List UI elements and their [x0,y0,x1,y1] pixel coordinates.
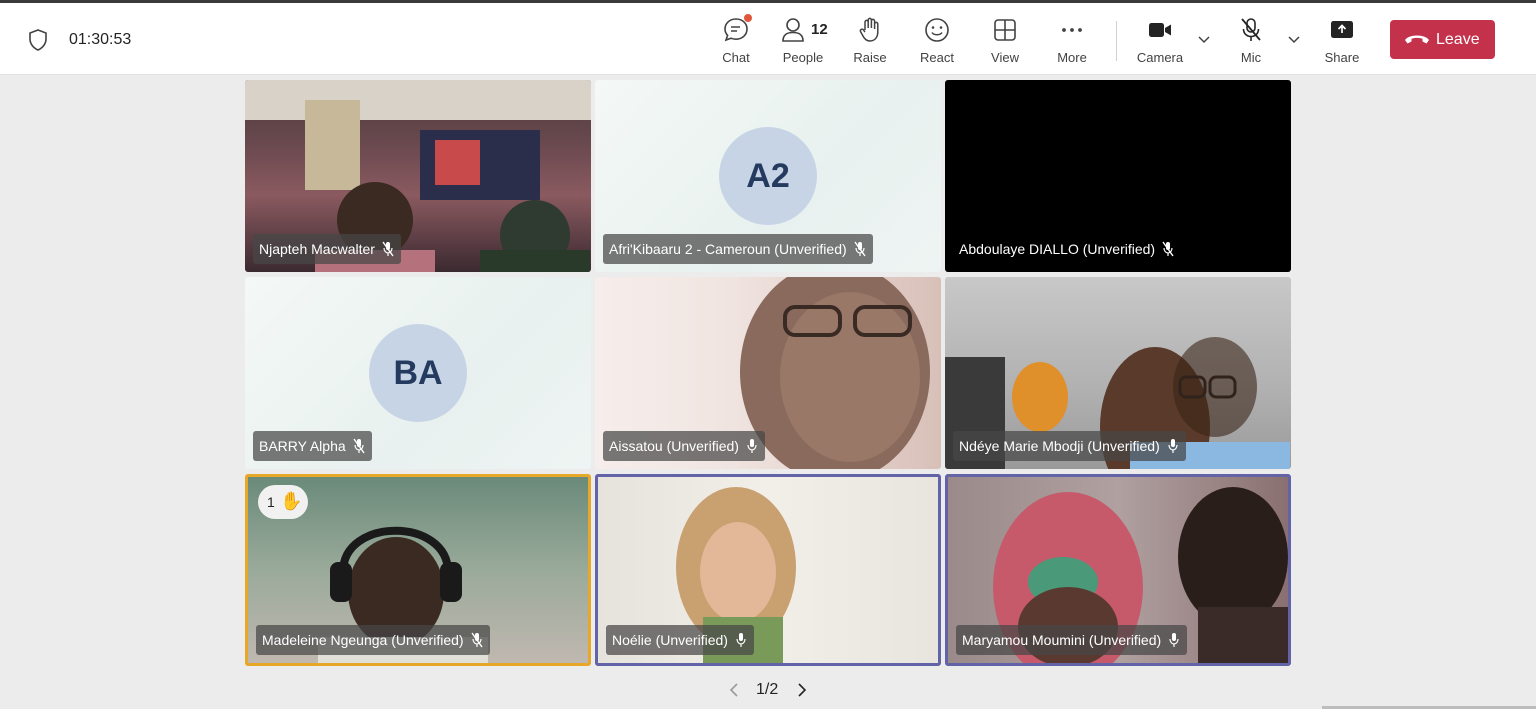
participant-name: Noélie (Unverified) [612,632,728,648]
page-indicator: 1/2 [756,681,779,698]
toolbar-divider [1116,21,1117,61]
mic-icon [747,439,757,453]
raise-button[interactable]: Raise [840,13,900,69]
raised-hand-indicator: 1 ✋ [258,485,308,519]
participant-name-tag: BARRY Alpha [253,431,372,461]
view-button[interactable]: View [975,13,1035,69]
video-tile[interactable]: Maryamou Moumini (Unverified) [945,474,1291,666]
camera-label: Camera [1136,50,1184,65]
video-tile[interactable]: Abdoulaye DIALLO (Unverified) [945,80,1291,272]
camera-icon [1149,23,1171,37]
participant-name-tag: Ndéye Marie Mbodji (Unverified) [953,431,1186,461]
participant-name-tag: Afri'Kibaaru 2 - Cameroun (Unverified) [603,234,873,264]
react-button[interactable]: React [907,13,967,69]
grid-view-icon [994,19,1016,41]
people-button[interactable]: 12 People [773,13,833,69]
participant-name-tag: Abdoulaye DIALLO (Unverified) [953,234,1181,264]
more-dots-icon [1062,28,1082,32]
participant-name: Njapteh Macwalter [259,241,375,257]
mic-muted-icon [854,241,866,257]
shield-icon[interactable] [28,29,48,51]
video-tile[interactable]: Noélie (Unverified) [595,474,941,666]
mic-muted-icon [470,632,483,648]
smiley-icon [925,18,949,42]
previous-page-chevron-icon[interactable] [725,680,745,700]
avatar: A2 [719,127,817,225]
raised-hand-icon: ✋ [280,491,303,511]
more-label: More [1057,50,1087,65]
mic-muted-icon [1162,241,1174,257]
view-label: View [991,50,1019,65]
mic-icon [736,633,746,647]
next-page-chevron-icon[interactable] [791,680,811,700]
mic-button[interactable]: Mic [1221,13,1281,69]
share-icon [1331,21,1353,38]
more-button[interactable]: More [1042,13,1102,69]
meeting-timer: 01:30:53 [69,31,132,48]
participant-name-tag: Maryamou Moumini (Unverified) [956,625,1188,655]
camera-options-chevron-icon[interactable] [1194,27,1214,51]
people-label: People [782,50,824,65]
chat-button[interactable]: Chat [706,13,766,69]
raise-label: Raise [853,50,887,65]
chat-label: Chat [722,50,750,65]
video-tile[interactable]: Ndéye Marie Mbodji (Unverified) [945,277,1291,469]
avatar: BA [369,324,467,422]
unread-dot [744,14,752,22]
react-label: React [920,50,954,65]
participant-name-tag: Noélie (Unverified) [606,625,754,655]
leave-button[interactable]: Leave [1390,20,1495,59]
participant-name: Aissatou (Unverified) [609,438,739,454]
video-tile[interactable]: 1 ✋ Madeleine Ngeunga (Unverified) [245,474,591,666]
mic-icon [1169,633,1179,647]
video-tile[interactable]: Njapteh Macwalter [245,80,591,272]
share-label: Share [1324,50,1360,65]
people-icon [782,18,804,42]
hang-up-icon [1405,35,1429,44]
participant-name-tag: Njapteh Macwalter [253,234,401,264]
participant-name: Maryamou Moumini (Unverified) [962,632,1162,648]
participant-name: BARRY Alpha [259,438,346,454]
gallery-pager: 1/2 [725,678,815,704]
mic-muted-icon [382,241,394,257]
participant-name-tag: Madeleine Ngeunga (Unverified) [256,625,490,655]
camera-button[interactable]: Camera [1130,13,1190,69]
participant-name: Ndéye Marie Mbodji (Unverified) [959,438,1160,454]
participant-name-tag: Aissatou (Unverified) [603,431,765,461]
mic-label: Mic [1240,50,1262,65]
hand-icon [859,17,879,42]
mic-icon [1168,439,1178,453]
mic-off-icon [1241,18,1261,41]
mic-options-chevron-icon[interactable] [1284,27,1304,51]
leave-label: Leave [1436,31,1480,48]
participant-name: Abdoulaye DIALLO (Unverified) [959,241,1156,257]
people-count: 12 [811,21,828,38]
mic-muted-icon [353,438,365,454]
share-button[interactable]: Share [1312,13,1372,69]
meeting-toolbar: 01:30:53 Chat 12 People Raise React View… [0,3,1536,75]
participant-name: Afri'Kibaaru 2 - Cameroun (Unverified) [609,241,847,257]
video-tile[interactable]: BA BARRY Alpha [245,277,591,469]
participant-name: Madeleine Ngeunga (Unverified) [262,632,464,648]
raised-hand-order: 1 [267,494,275,510]
video-tile[interactable]: A2 Afri'Kibaaru 2 - Cameroun (Unverified… [595,80,941,272]
video-tile[interactable]: Aissatou (Unverified) [595,277,941,469]
